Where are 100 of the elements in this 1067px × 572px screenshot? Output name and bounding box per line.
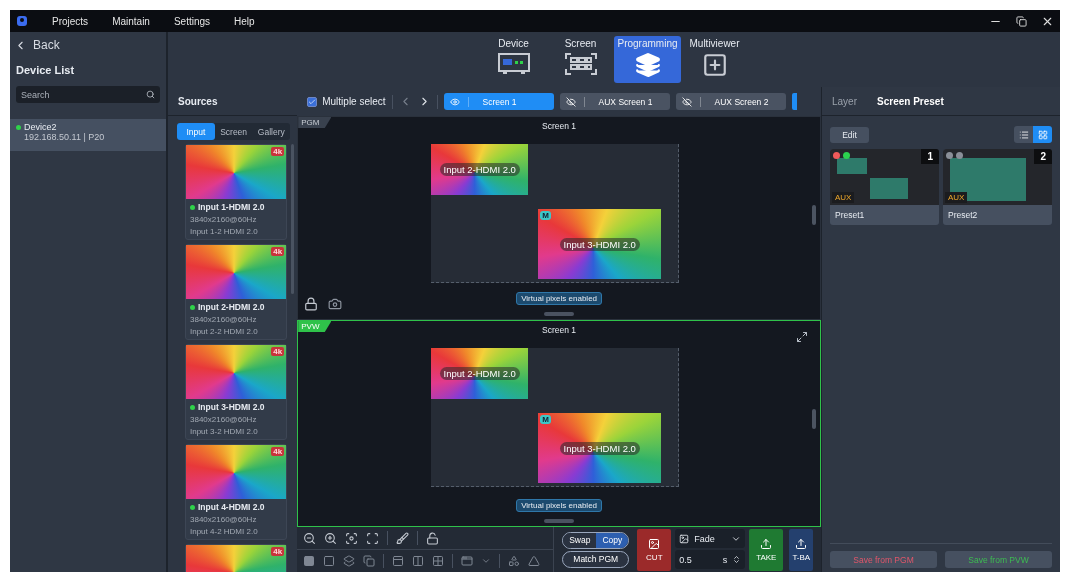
resolution-badge: 4k <box>271 547 285 556</box>
view-title: Screen 1 <box>542 121 577 131</box>
shapes-icon[interactable] <box>508 555 521 567</box>
split-icon[interactable] <box>412 555 425 567</box>
source-detail: Input 4-2 HDMI 2.0 <box>189 526 259 536</box>
layer-back-icon[interactable] <box>323 555 336 567</box>
view-tag: PVW <box>298 321 332 332</box>
layers-icon <box>634 52 661 78</box>
resolution-badge: 4k <box>271 347 285 356</box>
preset-card[interactable]: 2 AUX Preset2 <box>943 149 1052 225</box>
transition-select[interactable]: Fade <box>675 529 746 548</box>
grid-icon[interactable] <box>432 555 445 567</box>
source-card[interactable]: 4k Input 2-HDMI 2.0 3840x2160@60Hz Input 2-2 HDMI 2.0 <box>185 244 288 340</box>
nav-tab[interactable]: Screen <box>547 36 614 83</box>
screen-tab-stub[interactable] <box>791 93 797 110</box>
layer-window[interactable]: M Input 3-HDMI 2.0 <box>538 413 662 483</box>
caret-icon[interactable] <box>481 556 492 566</box>
layer-badge: M <box>540 211 551 220</box>
zoom-in-icon[interactable] <box>324 531 338 545</box>
preset-number: 1 <box>921 149 939 164</box>
eye-icon <box>449 96 460 107</box>
source-tab[interactable]: Screen <box>214 123 253 140</box>
layer-window[interactable]: Input 2-HDMI 2.0 <box>431 348 529 399</box>
upload-arrow-icon <box>760 538 773 550</box>
lock-icon[interactable] <box>304 297 319 311</box>
preset-layer <box>870 178 908 199</box>
source-resolution: 3840x2160@60Hz <box>189 414 258 424</box>
stepper-icon[interactable] <box>732 555 742 564</box>
source-card[interactable]: 4k <box>185 544 288 572</box>
nav-tab[interactable]: Device <box>480 36 547 83</box>
brush-icon[interactable] <box>396 531 410 545</box>
layer-label: Input 3-HDMI 2.0 <box>559 237 640 251</box>
panel-tab[interactable]: Screen Preset <box>877 95 944 107</box>
restore-icon[interactable] <box>1016 15 1027 27</box>
screen-grid-icon <box>563 52 598 76</box>
preset-tag: AUX <box>945 192 968 203</box>
layer-up-icon[interactable] <box>343 555 356 567</box>
virtual-pixels-notice: Virtual pixels enabled <box>516 499 603 512</box>
layer-window[interactable]: Input 2-HDMI 2.0 <box>431 144 529 195</box>
search-icon[interactable] <box>146 90 155 99</box>
preset-card[interactable]: 1 AUX Preset1 <box>830 149 939 225</box>
triangle-icon[interactable] <box>528 555 541 567</box>
upload-arrow-icon <box>795 538 808 550</box>
source-card[interactable]: 4k Input 4-HDMI 2.0 3840x2160@60Hz Input 4-2 HDMI 2.0 <box>185 444 288 540</box>
source-name: Input 1-HDMI 2.0 <box>186 199 287 212</box>
cut-button[interactable]: CUT <box>637 529 672 571</box>
source-detail: Input 3-2 HDMI 2.0 <box>189 426 259 436</box>
source-tab[interactable]: Gallery <box>252 123 291 140</box>
unlock-icon[interactable] <box>426 531 440 545</box>
zoom-out-icon[interactable] <box>303 531 317 545</box>
device-list-title: Device List <box>16 64 76 76</box>
panel-tab[interactable]: Layer <box>832 95 857 107</box>
swap-button[interactable]: Swap <box>563 532 597 548</box>
fit-center-icon[interactable] <box>345 531 359 545</box>
source-card[interactable]: 4k Input 3-HDMI 2.0 3840x2160@60Hz Input 3-2 HDMI 2.0 <box>185 344 288 440</box>
back-button[interactable]: Back <box>10 38 64 52</box>
align-icon[interactable] <box>392 555 405 567</box>
grid-icon <box>1037 129 1048 140</box>
source-detail: Input 2-2 HDMI 2.0 <box>189 326 259 336</box>
view-title: Screen 1 <box>542 325 577 335</box>
resolution-badge: 4k <box>271 147 285 156</box>
menu-item[interactable]: Settings <box>173 15 211 27</box>
edit-button[interactable]: Edit <box>830 126 869 143</box>
window-icon[interactable] <box>461 555 474 567</box>
layer-front-icon[interactable] <box>303 555 316 567</box>
source-detail: Input 1-2 HDMI 2.0 <box>189 226 259 236</box>
menu-item[interactable]: Help <box>234 15 255 27</box>
layer-down-icon[interactable] <box>363 555 376 567</box>
layer-label: Input 3-HDMI 2.0 <box>559 441 640 455</box>
nav-tab[interactable]: Multiviewer <box>681 36 748 83</box>
screen-tab[interactable]: AUX Screen 2 <box>675 93 786 110</box>
fit-screen-icon[interactable] <box>366 531 380 545</box>
device-icon <box>496 52 531 76</box>
camera-icon[interactable] <box>328 297 343 311</box>
search-field[interactable]: Search <box>16 86 160 103</box>
multiple-select-checkbox[interactable]: Multiple select <box>307 96 386 107</box>
list-view-button[interactable] <box>1014 126 1033 143</box>
preset-tag: AUX <box>832 192 855 203</box>
source-resolution: 3840x2160@60Hz <box>189 314 258 324</box>
resize-handle[interactable] <box>544 519 575 523</box>
layer-window[interactable]: M Input 3-HDMI 2.0 <box>538 209 662 279</box>
nav-tab[interactable]: Programming <box>614 36 681 83</box>
scrollbar-thumb[interactable] <box>812 409 816 429</box>
t-bar-button[interactable]: T-BA <box>789 529 814 571</box>
eye-off-icon <box>565 96 576 107</box>
copy-button[interactable]: Copy <box>596 532 629 548</box>
source-card[interactable]: 4k Input 1-HDMI 2.0 3840x2160@60Hz Input 1-2 HDMI 2.0 <box>185 144 288 240</box>
scrollbar-thumb[interactable] <box>812 205 816 225</box>
menu-item[interactable]: Projects <box>52 15 89 27</box>
menu-item[interactable]: Maintain <box>112 15 150 27</box>
match-pgm-button[interactable]: Match PGM <box>562 550 630 568</box>
grid-view-button[interactable] <box>1033 126 1052 143</box>
expand-icon[interactable] <box>796 331 808 343</box>
resize-handle[interactable] <box>544 312 575 316</box>
device-item[interactable]: Device2 192.168.50.11 | P20 <box>10 119 166 151</box>
take-button[interactable]: TAKE <box>749 529 784 571</box>
duration-field[interactable]: 0.5 s <box>675 550 746 569</box>
screen-tab[interactable]: AUX Screen 1 <box>559 93 670 110</box>
source-name: Input 2-HDMI 2.0 <box>186 299 287 312</box>
preset-layer <box>837 158 867 174</box>
